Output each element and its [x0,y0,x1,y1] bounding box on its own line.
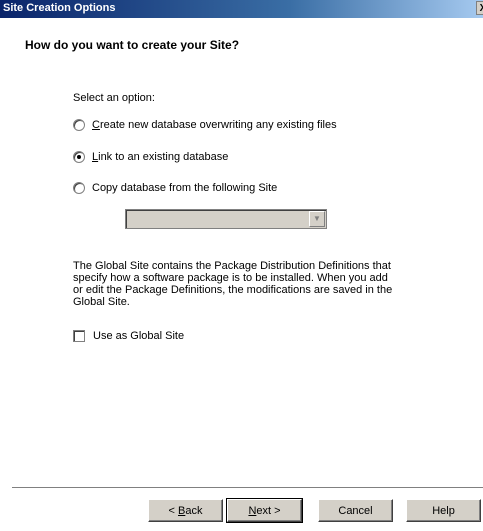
global-site-checkbox-row[interactable]: Use as Global Site [73,330,184,342]
source-site-dropdown[interactable]: ▼ [125,209,327,229]
option-create-new[interactable]: Create new database overwriting any exis… [73,117,337,133]
option-link-existing[interactable]: Link to an existing database [73,149,228,165]
back-button[interactable]: < Back [148,499,223,522]
close-button[interactable]: X [476,1,483,15]
chevron-down-icon[interactable]: ▼ [309,211,325,227]
global-site-checkbox[interactable] [73,330,85,342]
radio-link-existing[interactable] [73,151,85,163]
option-create-new-label: Create new database overwriting any exis… [92,119,337,131]
radio-create-new[interactable] [73,119,85,131]
title-bar: Site Creation Options X [0,0,483,18]
option-link-existing-label: Link to an existing database [92,151,229,163]
next-button[interactable]: Next > [226,498,303,523]
global-site-checkbox-label: Use as Global Site [93,330,185,342]
window-title: Site Creation Options [3,2,116,14]
help-button[interactable]: Help [406,499,481,522]
radio-copy-database[interactable] [73,182,85,194]
select-option-label: Select an option: [73,92,155,104]
page-heading: How do you want to create your Site? [25,38,240,52]
cancel-button[interactable]: Cancel [318,499,393,522]
button-divider [12,487,483,489]
global-site-description: The Global Site contains the Package Dis… [73,260,393,308]
option-copy-database-label: Copy database from the following Site [92,182,278,194]
option-copy-database[interactable]: Copy database from the following Site [73,180,277,196]
